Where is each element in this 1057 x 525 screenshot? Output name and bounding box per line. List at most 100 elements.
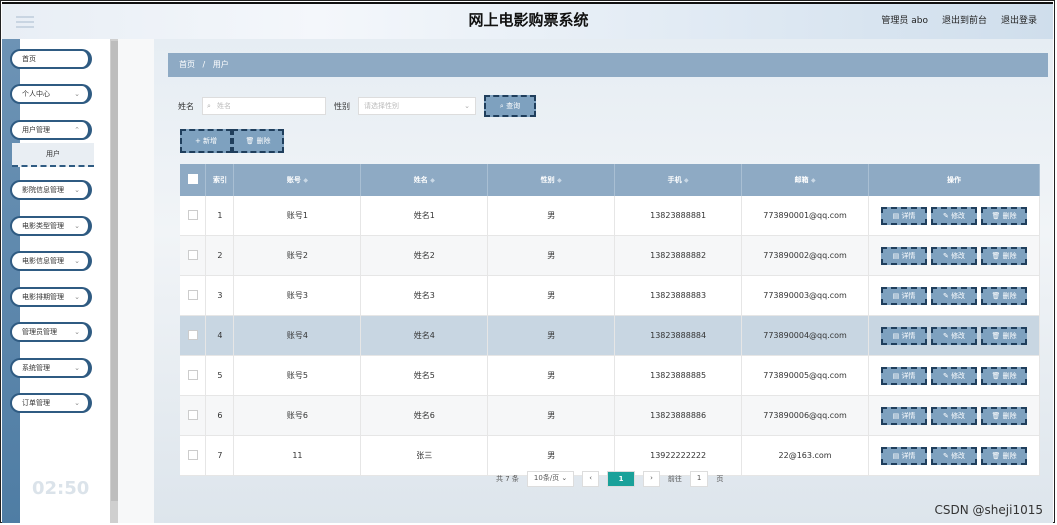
table-row[interactable]: 1 账号1 姓名1 男 13823888881 773890001@qq.com ▤ 详情 ✎… [180, 196, 1040, 236]
cell-account: 账号6 [233, 395, 362, 436]
search-bar: 姓名 ⌕ 姓名 性别 请选择性别 ⌄ ⌕ 查询 [178, 95, 536, 117]
sidebar-item-profile[interactable]: 个人中心 ⌄ [10, 84, 92, 104]
delete-button[interactable]: 🗑 删除 [981, 286, 1028, 305]
cell-gender: 男 [487, 196, 616, 236]
add-button[interactable]: + 新增 [180, 129, 232, 153]
cell-email: 773890002@qq.com [741, 235, 870, 276]
detail-button[interactable]: ▤ 详情 [881, 406, 928, 425]
edit-label: 修改 [951, 371, 966, 380]
sidebar-item-movie-info[interactable]: 电影信息管理 ⌄ [10, 251, 92, 271]
main-content: 首页 / 用户 姓名 ⌕ 姓名 性别 请选择性别 ⌄ ⌕ 查询 + 新增 🗑 删… [118, 39, 1053, 523]
delete-button[interactable]: 🗑 删除 [981, 206, 1028, 225]
sidebar-item-users[interactable]: 用户管理 ⌃ [10, 120, 92, 140]
col-phone[interactable]: 手机 ◆ [614, 164, 743, 196]
detail-button[interactable]: ▤ 详情 [881, 326, 928, 345]
edit-button[interactable]: ✎ 修改 [931, 406, 978, 425]
chevron-down-icon: ⌄ [74, 257, 80, 265]
page-size-select[interactable]: 10条/页 ⌄ [526, 471, 575, 487]
to-front-link[interactable]: 退出到前台 [942, 13, 987, 26]
edit-button[interactable]: ✎ 修改 [931, 326, 978, 345]
edit-button[interactable]: ✎ 修改 [931, 246, 978, 265]
delete-button[interactable]: 🗑 删除 [981, 366, 1028, 385]
table-row[interactable]: 2 账号2 姓名2 男 13823888882 773890002@qq.com ▤ 详情 ✎… [180, 235, 1040, 276]
sort-icon: ◆ [684, 177, 689, 184]
cell-email: 773890004@qq.com [741, 315, 870, 356]
chevron-down-icon: ⌄ [464, 102, 470, 110]
row-checkbox[interactable] [180, 235, 207, 276]
chevron-down-icon: ⌄ [74, 399, 80, 407]
delete-button[interactable]: 🗑 删除 [981, 246, 1028, 265]
main-gutter [118, 39, 154, 523]
row-checkbox[interactable] [180, 435, 207, 476]
edit-button[interactable]: ✎ 修改 [931, 206, 978, 225]
batch-delete-button[interactable]: 🗑 删除 [232, 129, 284, 153]
goto-label: 前往 [667, 475, 682, 483]
sidebar-item-orders[interactable]: 订单管理 ⌄ [10, 393, 92, 413]
sidebar-item-label: 订单管理 [22, 399, 50, 407]
row-checkbox[interactable] [180, 196, 207, 236]
sidebar-item-label: 电影排期管理 [22, 293, 64, 301]
sidebar-item-label: 电影信息管理 [22, 257, 64, 265]
sidebar-item-admins[interactable]: 管理员管理 ⌄ [10, 322, 92, 342]
pencil-icon: ✎ [942, 251, 952, 260]
delete-button[interactable]: 🗑 删除 [981, 326, 1028, 345]
delete-button[interactable]: 🗑 删除 [981, 406, 1028, 425]
prev-page-button[interactable]: ‹ [582, 471, 600, 487]
edit-label: 修改 [951, 411, 966, 420]
scrollbar-thumb[interactable] [111, 41, 118, 501]
row-checkbox[interactable] [180, 275, 207, 316]
next-page-button[interactable]: › [643, 471, 660, 487]
watermark: CSDN @sheji1015 [934, 503, 1043, 517]
delete-button[interactable]: 🗑 删除 [981, 446, 1028, 465]
detail-button[interactable]: ▤ 详情 [881, 366, 928, 385]
sidebar-item-system[interactable]: 系统管理 ⌄ [10, 358, 92, 378]
user-table: 索引 账号 ◆ 姓名 ◆ 性别 ◆ 手机 ◆ 邮箱 ◆ 操作 1 账号1 姓名1 男 1… [180, 164, 1040, 476]
name-search-input[interactable]: ⌕ 姓名 [202, 97, 326, 115]
sidebar-item-home[interactable]: 首页 [10, 49, 92, 69]
table-row[interactable]: 3 账号3 姓名3 男 13823888883 773890003@qq.com ▤ 详情 ✎… [180, 275, 1040, 316]
breadcrumb-separator: / [202, 60, 206, 69]
trash-icon: 🗑 [991, 331, 1003, 340]
detail-button[interactable]: ▤ 详情 [881, 246, 928, 265]
query-button[interactable]: ⌕ 查询 [484, 95, 536, 117]
goto-page-input[interactable]: 1 [689, 471, 709, 487]
col-index: 索引 [205, 164, 235, 196]
row-checkbox[interactable] [180, 395, 207, 436]
sidebar-subitem-user[interactable]: 用户 [12, 143, 94, 167]
cell-name: 姓名4 [360, 315, 489, 356]
page-1-button[interactable]: 1 [607, 471, 636, 487]
cell-account: 账号5 [233, 355, 362, 396]
row-checkbox[interactable] [180, 315, 207, 356]
logout-link[interactable]: 退出登录 [1001, 13, 1037, 26]
cell-name: 姓名3 [360, 275, 489, 316]
detail-button[interactable]: ▤ 详情 [881, 206, 928, 225]
table-row[interactable]: 4 账号4 姓名4 男 13823888884 773890004@qq.com ▤ 详情 ✎… [180, 315, 1040, 356]
table-row[interactable]: 5 账号5 姓名5 男 13823888885 773890005@qq.com ▤ 详情 ✎… [180, 355, 1040, 396]
edit-button[interactable]: ✎ 修改 [931, 366, 978, 385]
sidebar-item-movie-type[interactable]: 电影类型管理 ⌄ [10, 216, 92, 236]
row-checkbox[interactable] [180, 355, 207, 396]
sidebar-item-cinema[interactable]: 影院信息管理 ⌄ [10, 180, 92, 200]
table-row[interactable]: 7 11 张三男 13922222222 22@163.com ▤ 详情 ✎ 修改 🗑 删除 [180, 435, 1040, 476]
select-all-checkbox[interactable] [180, 164, 207, 196]
table-row[interactable]: 6 账号6 姓名6 男 13823888886 773890006@qq.com ▤ 详情 ✎… [180, 395, 1040, 436]
col-gender[interactable]: 性别 ◆ [487, 164, 616, 196]
delete-label: 删除 [1002, 371, 1017, 380]
detail-button[interactable]: ▤ 详情 [881, 286, 928, 305]
breadcrumb-home[interactable]: 首页 [179, 60, 195, 69]
col-account[interactable]: 账号 ◆ [233, 164, 362, 196]
gender-select[interactable]: 请选择性别 ⌄ [358, 97, 476, 115]
cell-account: 账号1 [233, 196, 362, 236]
edit-button[interactable]: ✎ 修改 [931, 446, 978, 465]
cell-index: 6 [205, 395, 235, 436]
sidebar-item-schedule[interactable]: 电影排期管理 ⌄ [10, 287, 92, 307]
col-email[interactable]: 邮箱 ◆ [741, 164, 870, 196]
chevron-down-icon: ⌄ [74, 328, 80, 336]
detail-button[interactable]: ▤ 详情 [881, 446, 928, 465]
detail-label: 详情 [901, 331, 916, 340]
col-name[interactable]: 姓名 ◆ [360, 164, 489, 196]
batch-delete-label: 删除 [256, 137, 271, 145]
edit-button[interactable]: ✎ 修改 [931, 286, 978, 305]
pencil-icon: ✎ [942, 291, 952, 300]
sidebar-item-label: 系统管理 [22, 364, 50, 372]
